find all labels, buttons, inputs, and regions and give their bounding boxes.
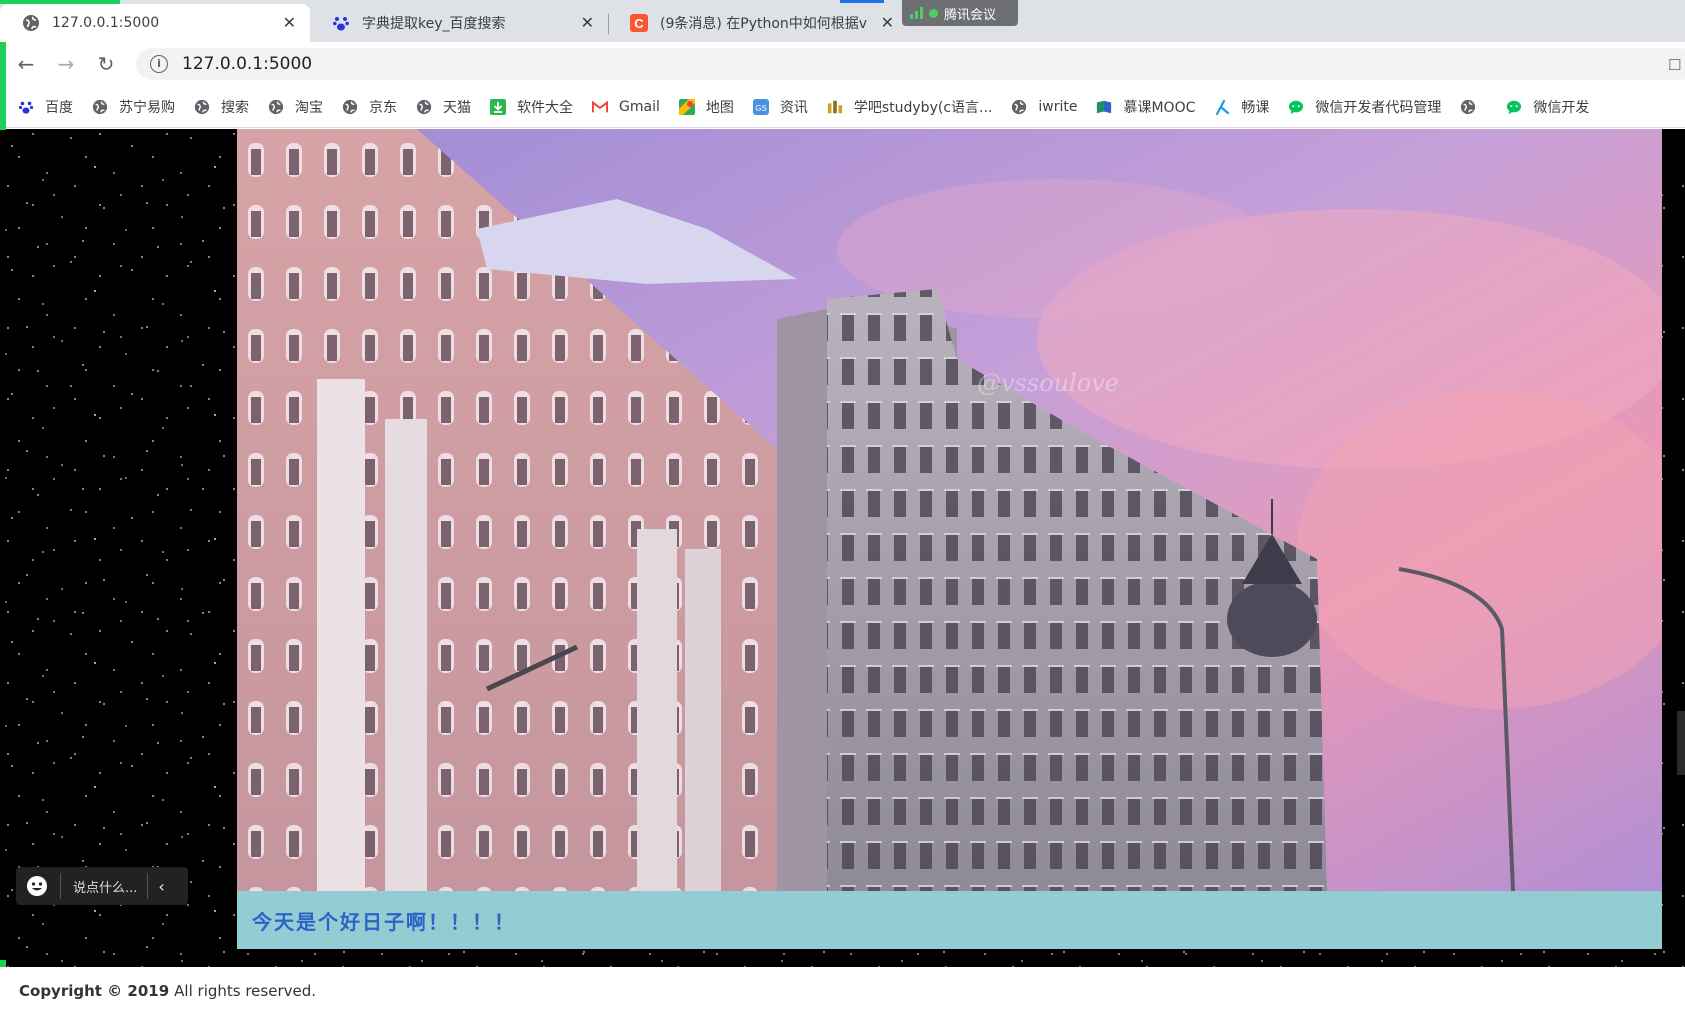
window-edge-accent bbox=[0, 42, 6, 130]
wechat-icon bbox=[1288, 99, 1304, 115]
bookmark-label: 苏宁易购 bbox=[119, 99, 175, 116]
bookmarks-bar: 百度 苏宁易购 搜索 淘宝 京东 天猫 软件大全 Gmail 地图 GS 资讯 学吧studyby(c… bbox=[0, 86, 1685, 128]
smiley-icon[interactable] bbox=[26, 875, 48, 897]
bookmark-label: 地图 bbox=[705, 99, 734, 116]
globe-icon bbox=[1460, 99, 1476, 115]
tab-localhost[interactable]: 127.0.0.1:5000 ✕ bbox=[0, 4, 310, 42]
bookmark-item[interactable]: 苏宁易购 bbox=[92, 97, 175, 117]
browser-toolbar: ← → ↻ i 127.0.0.1:5000 ☐ bbox=[0, 42, 1685, 86]
bookmark-item[interactable]: 软件大全 bbox=[490, 97, 573, 117]
svg-text:C: C bbox=[634, 16, 644, 31]
studyby-icon bbox=[827, 99, 843, 115]
bookmark-label: 微信开发者代码管理 bbox=[1315, 99, 1442, 116]
bookmark-item[interactable]: 慕课MOOC bbox=[1096, 97, 1195, 117]
bookmark-item[interactable]: 搜索 bbox=[194, 97, 249, 117]
close-tab-icon[interactable]: ✕ bbox=[581, 13, 594, 32]
csdn-icon: C bbox=[630, 14, 648, 32]
mooc-icon bbox=[1096, 99, 1112, 115]
bookmark-label: 畅课 bbox=[1241, 99, 1270, 116]
bookmark-item[interactable]: 百度 bbox=[18, 97, 73, 117]
bookmark-item[interactable]: Gmail bbox=[592, 99, 660, 115]
close-tab-icon[interactable]: ✕ bbox=[283, 13, 296, 32]
bookmark-label: 微信开发 bbox=[1533, 99, 1590, 116]
site-info-icon[interactable]: i bbox=[150, 55, 168, 73]
globe-icon bbox=[416, 99, 432, 115]
bookmark-label: 软件大全 bbox=[517, 99, 573, 116]
close-tab-icon[interactable]: ✕ bbox=[881, 13, 894, 32]
baidu-paw-icon bbox=[18, 99, 34, 115]
bookmark-label: 学吧studyby(c语言... bbox=[853, 99, 993, 116]
back-arrow-icon[interactable]: ← bbox=[14, 52, 38, 76]
news-icon: GS bbox=[752, 98, 769, 115]
globe-icon bbox=[1011, 99, 1027, 115]
tab-baidu-search[interactable]: 字典提取key_百度搜索 ✕ bbox=[310, 4, 608, 42]
baidu-paw-icon bbox=[332, 14, 350, 32]
address-bar[interactable]: i 127.0.0.1:5000 bbox=[136, 48, 1685, 80]
bookmark-label: Gmail bbox=[619, 98, 660, 115]
signal-icon bbox=[910, 7, 923, 19]
bookmark-label: 淘宝 bbox=[295, 99, 323, 116]
tab-title: (9条消息) 在Python中如何根据v bbox=[660, 16, 868, 32]
bookmark-label: 搜索 bbox=[221, 99, 249, 116]
bookmark-item[interactable]: 京东 bbox=[342, 97, 397, 117]
footer-rights: All rights reserved. bbox=[174, 982, 317, 1000]
svg-text:@vssoulove: @vssoulove bbox=[977, 369, 1119, 397]
tab-csdn[interactable]: C (9条消息) 在Python中如何根据v ✕ bbox=[608, 4, 904, 42]
bookmark-item[interactable] bbox=[1460, 99, 1487, 115]
chevron-left-icon[interactable]: ‹ bbox=[158, 877, 164, 896]
bookmark-label: 京东 bbox=[369, 99, 397, 116]
tab-title: 字典提取key_百度搜索 bbox=[362, 16, 506, 32]
globe-icon bbox=[268, 99, 284, 115]
download-icon bbox=[490, 98, 506, 115]
danmaku-input[interactable]: 说点什么... bbox=[73, 877, 137, 896]
globe-icon bbox=[194, 99, 210, 115]
meeting-badge-label: 腾讯会议 bbox=[944, 7, 997, 23]
mic-status-icon bbox=[929, 8, 938, 18]
bookmark-label: 百度 bbox=[45, 99, 73, 116]
meeting-badge[interactable]: 腾讯会议 bbox=[902, 0, 1018, 26]
divider bbox=[60, 873, 61, 899]
bookmark-label: 慕课MOOC bbox=[1123, 99, 1196, 116]
reload-icon[interactable]: ↻ bbox=[94, 52, 118, 76]
bookmark-label: 天猫 bbox=[443, 99, 471, 116]
extension-icon[interactable]: ☐ bbox=[1668, 56, 1681, 74]
bookmark-item[interactable]: 学吧studyby(c语言... bbox=[827, 97, 993, 117]
svg-text:GS: GS bbox=[755, 104, 767, 113]
danmaku-input-widget[interactable]: 说点什么... ‹ bbox=[16, 867, 188, 905]
forward-arrow-icon[interactable]: → bbox=[54, 52, 78, 76]
bookmark-item[interactable]: 微信开发者代码管理 bbox=[1288, 97, 1441, 117]
bookmark-item[interactable]: iwrite bbox=[1011, 99, 1077, 115]
tab-strip: 127.0.0.1:5000 ✕ 字典提取key_百度搜索 ✕ C (9条消息)… bbox=[0, 0, 1685, 42]
gmail-icon bbox=[592, 99, 608, 115]
bookmark-item[interactable]: GS 资讯 bbox=[752, 97, 808, 117]
divider bbox=[147, 873, 149, 899]
globe-icon bbox=[92, 99, 108, 115]
footer-copyright: Copyright © 2019 bbox=[19, 982, 170, 1000]
bookmark-item[interactable]: 地图 bbox=[678, 97, 734, 117]
globe-icon bbox=[22, 14, 40, 32]
bookmark-item[interactable]: 畅课 bbox=[1214, 97, 1269, 117]
scroll-handle[interactable] bbox=[1677, 711, 1685, 775]
bookmark-item[interactable]: 天猫 bbox=[416, 97, 471, 117]
photo-caption: 今天是个好日子啊！！！！ bbox=[252, 909, 516, 934]
photo-caption-bar: 今天是个好日子啊！！！！ bbox=[237, 891, 1662, 949]
page-starfield-background: @vssoulove 今天是个好日子啊！！！！ 说点什么... ‹ bbox=[0, 129, 1685, 967]
bookmark-item[interactable]: 微信开发 bbox=[1506, 97, 1589, 117]
bookmark-label: iwrite bbox=[1038, 98, 1078, 115]
bookmark-item[interactable]: 淘宝 bbox=[268, 97, 323, 117]
bookmark-label: 资讯 bbox=[779, 99, 808, 116]
globe-icon bbox=[342, 99, 358, 115]
tab-title: 127.0.0.1:5000 bbox=[52, 15, 160, 31]
wechat-icon bbox=[1506, 99, 1522, 115]
hero-photo-building-sunset: @vssoulove bbox=[237, 129, 1662, 891]
maps-icon bbox=[678, 98, 695, 115]
changke-icon bbox=[1214, 99, 1230, 115]
address-url[interactable]: 127.0.0.1:5000 bbox=[182, 54, 312, 74]
page-footer: Copyright © 2019 All rights reserved. bbox=[0, 967, 1685, 1015]
meeting-indicator-line bbox=[840, 0, 884, 3]
